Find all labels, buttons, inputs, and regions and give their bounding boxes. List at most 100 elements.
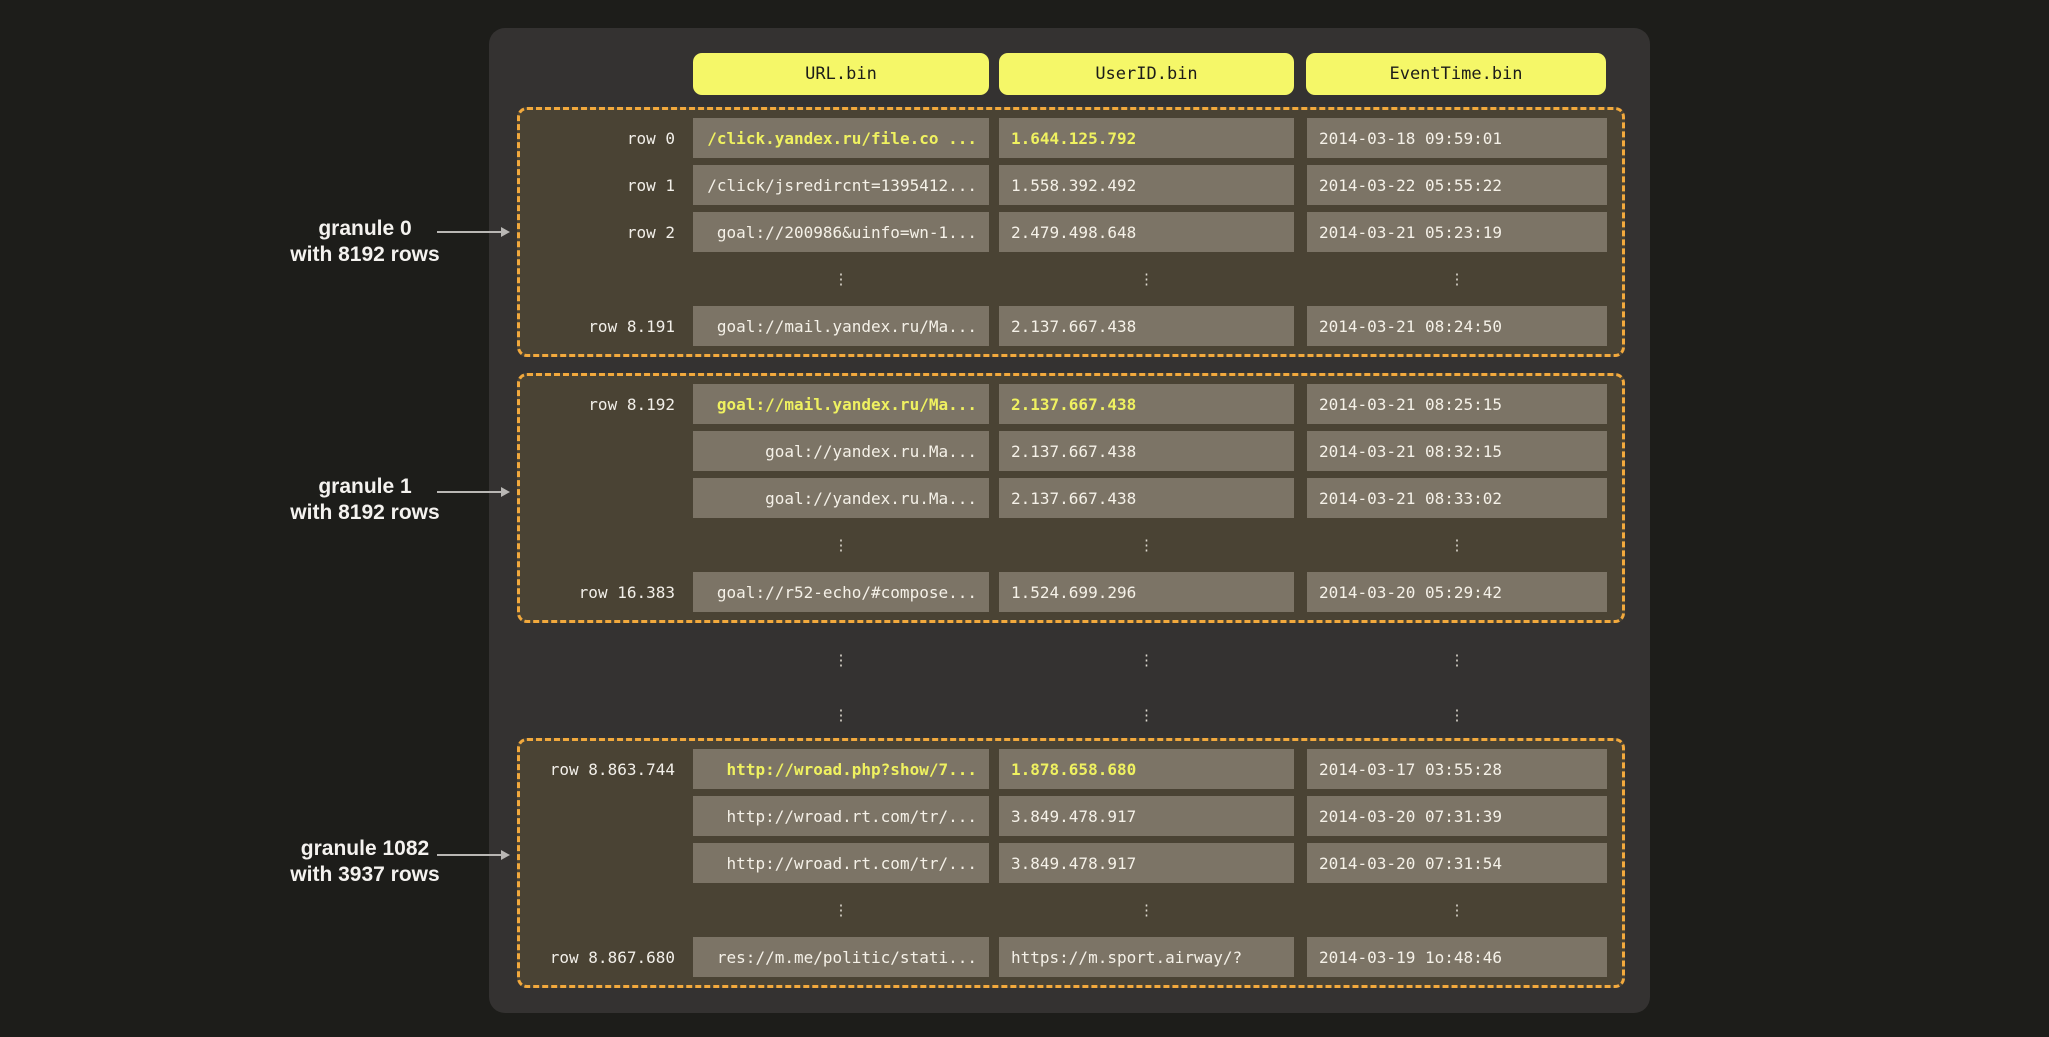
user-id-cell: https://m.sport.airway/? (999, 937, 1294, 977)
url-cell: http://wroad.php?show/7... (693, 749, 989, 789)
row-label (520, 796, 693, 836)
user-id-cell: 2.137.667.438 (999, 384, 1294, 424)
event-time-cell: 2014-03-20 07:31:54 (1307, 843, 1607, 883)
row-label: row 8.863.744 (520, 749, 693, 789)
event-time-cell: 2014-03-21 08:24:50 (1307, 306, 1607, 346)
event-time-cell: 2014-03-19 1o:48:46 (1307, 937, 1607, 977)
event-time-cell: 2014-03-22 05:55:22 (1307, 165, 1607, 205)
event-time-ellipsis: ⋮ (1307, 259, 1607, 299)
table-row: row 8.863.744 http://wroad.php?show/7...… (520, 749, 1622, 789)
event-time-cell: 2014-03-21 08:32:15 (1307, 431, 1607, 471)
granule-0-label-line1: granule 0 (225, 216, 505, 242)
table-row: goal://yandex.ru.Ma... 2.137.667.438 201… (520, 478, 1622, 518)
granule-0-label-line2: with 8192 rows (225, 242, 505, 268)
event-time-ellipsis: ⋮ (1307, 525, 1607, 565)
table-row: row 2 goal://200986&uinfo=wn-1... 2.479.… (520, 212, 1622, 252)
row-label: row 8.192 (520, 384, 693, 424)
granule-1082-box: row 8.863.744 http://wroad.php?show/7...… (517, 738, 1625, 988)
row-label (520, 431, 693, 471)
event-time-ellipsis: ⋮ (1307, 890, 1607, 930)
column-header-userid-bin: UserID.bin (999, 53, 1294, 95)
ellipsis-row: ⋮ ⋮ ⋮ (520, 259, 1622, 299)
granule-1082-label: granule 1082 with 3937 rows (225, 836, 505, 888)
event-time-cell: 2014-03-20 05:29:42 (1307, 572, 1607, 612)
user-id-cell: 1.878.658.680 (999, 749, 1294, 789)
url-cell: goal://mail.yandex.ru/Ma... (693, 384, 989, 424)
user-id-ellipsis: ⋮ (999, 259, 1294, 299)
table-row: row 8.191 goal://mail.yandex.ru/Ma... 2.… (520, 306, 1622, 346)
granule-1082-label-line1: granule 1082 (225, 836, 505, 862)
url-cell: goal://200986&uinfo=wn-1... (693, 212, 989, 252)
table-row: row 16.383 goal://r52-echo/#compose... 1… (520, 572, 1622, 612)
row-label: row 0 (520, 118, 693, 158)
row-label (520, 478, 693, 518)
table-row: row 0 /click.yandex.ru/file.co ... 1.644… (520, 118, 1622, 158)
granule-1-box: row 8.192 goal://mail.yandex.ru/Ma... 2.… (517, 373, 1625, 623)
row-label (520, 259, 693, 299)
ellipsis-row: ⋮ ⋮ ⋮ (520, 640, 1607, 680)
granule-1-arrow-icon (437, 491, 501, 493)
table-row: row 1 /click/jsredircnt=1395412... 1.558… (520, 165, 1622, 205)
granule-0-box: row 0 /click.yandex.ru/file.co ... 1.644… (517, 107, 1625, 357)
user-id-cell: 3.849.478.917 (999, 843, 1294, 883)
granule-1-label-line1: granule 1 (225, 474, 505, 500)
granule-1082-arrow-icon (437, 854, 501, 856)
granule-1082-label-line2: with 3937 rows (225, 862, 505, 888)
url-cell: http://wroad.rt.com/tr/... (693, 843, 989, 883)
event-time-ellipsis: ⋮ (1307, 695, 1607, 735)
table-row: goal://yandex.ru.Ma... 2.137.667.438 201… (520, 431, 1622, 471)
event-time-cell: 2014-03-21 08:33:02 (1307, 478, 1607, 518)
url-cell: goal://yandex.ru.Ma... (693, 431, 989, 471)
row-label (520, 640, 693, 680)
row-label (520, 890, 693, 930)
granule-0-label: granule 0 with 8192 rows (225, 216, 505, 268)
row-label: row 8.867.680 (520, 937, 693, 977)
event-time-cell: 2014-03-21 05:23:19 (1307, 212, 1607, 252)
event-time-cell: 2014-03-17 03:55:28 (1307, 749, 1607, 789)
event-time-cell: 2014-03-18 09:59:01 (1307, 118, 1607, 158)
url-ellipsis: ⋮ (693, 525, 989, 565)
table-row: row 8.867.680 res://m.me/politic/stati..… (520, 937, 1622, 977)
url-cell: http://wroad.rt.com/tr/... (693, 796, 989, 836)
granule-1-label-line2: with 8192 rows (225, 500, 505, 526)
url-ellipsis: ⋮ (693, 640, 989, 680)
event-time-cell: 2014-03-21 08:25:15 (1307, 384, 1607, 424)
url-cell: goal://yandex.ru.Ma... (693, 478, 989, 518)
user-id-cell: 2.479.498.648 (999, 212, 1294, 252)
event-time-cell: 2014-03-20 07:31:39 (1307, 796, 1607, 836)
url-cell: /click.yandex.ru/file.co ... (693, 118, 989, 158)
column-header-eventtime-bin: EventTime.bin (1306, 53, 1606, 95)
granule-1-label: granule 1 with 8192 rows (225, 474, 505, 526)
user-id-cell: 1.524.699.296 (999, 572, 1294, 612)
column-header-url-bin: URL.bin (693, 53, 989, 95)
user-id-cell: 1.558.392.492 (999, 165, 1294, 205)
table-row: row 8.192 goal://mail.yandex.ru/Ma... 2.… (520, 384, 1622, 424)
user-id-cell: 1.644.125.792 (999, 118, 1294, 158)
user-id-ellipsis: ⋮ (999, 640, 1294, 680)
row-label (520, 695, 693, 735)
table-row: http://wroad.rt.com/tr/... 3.849.478.917… (520, 843, 1622, 883)
row-label (520, 843, 693, 883)
table-row: http://wroad.rt.com/tr/... 3.849.478.917… (520, 796, 1622, 836)
row-label: row 1 (520, 165, 693, 205)
ellipsis-row: ⋮ ⋮ ⋮ (520, 890, 1622, 930)
user-id-cell: 2.137.667.438 (999, 478, 1294, 518)
user-id-ellipsis: ⋮ (999, 525, 1294, 565)
user-id-cell: 2.137.667.438 (999, 306, 1294, 346)
row-label: row 2 (520, 212, 693, 252)
url-ellipsis: ⋮ (693, 259, 989, 299)
row-label: row 8.191 (520, 306, 693, 346)
row-label (520, 525, 693, 565)
url-cell: /click/jsredircnt=1395412... (693, 165, 989, 205)
granule-0-arrow-icon (437, 231, 501, 233)
url-cell: goal://r52-echo/#compose... (693, 572, 989, 612)
url-cell: res://m.me/politic/stati... (693, 937, 989, 977)
ellipsis-row: ⋮ ⋮ ⋮ (520, 525, 1622, 565)
user-id-ellipsis: ⋮ (999, 695, 1294, 735)
user-id-cell: 2.137.667.438 (999, 431, 1294, 471)
table-panel: URL.bin UserID.bin EventTime.bin row 0 /… (489, 28, 1650, 1013)
skipped-granules-ellipsis: ⋮ ⋮ ⋮ ⋮ ⋮ ⋮ (520, 640, 1607, 735)
event-time-ellipsis: ⋮ (1307, 640, 1607, 680)
user-id-ellipsis: ⋮ (999, 890, 1294, 930)
url-cell: goal://mail.yandex.ru/Ma... (693, 306, 989, 346)
